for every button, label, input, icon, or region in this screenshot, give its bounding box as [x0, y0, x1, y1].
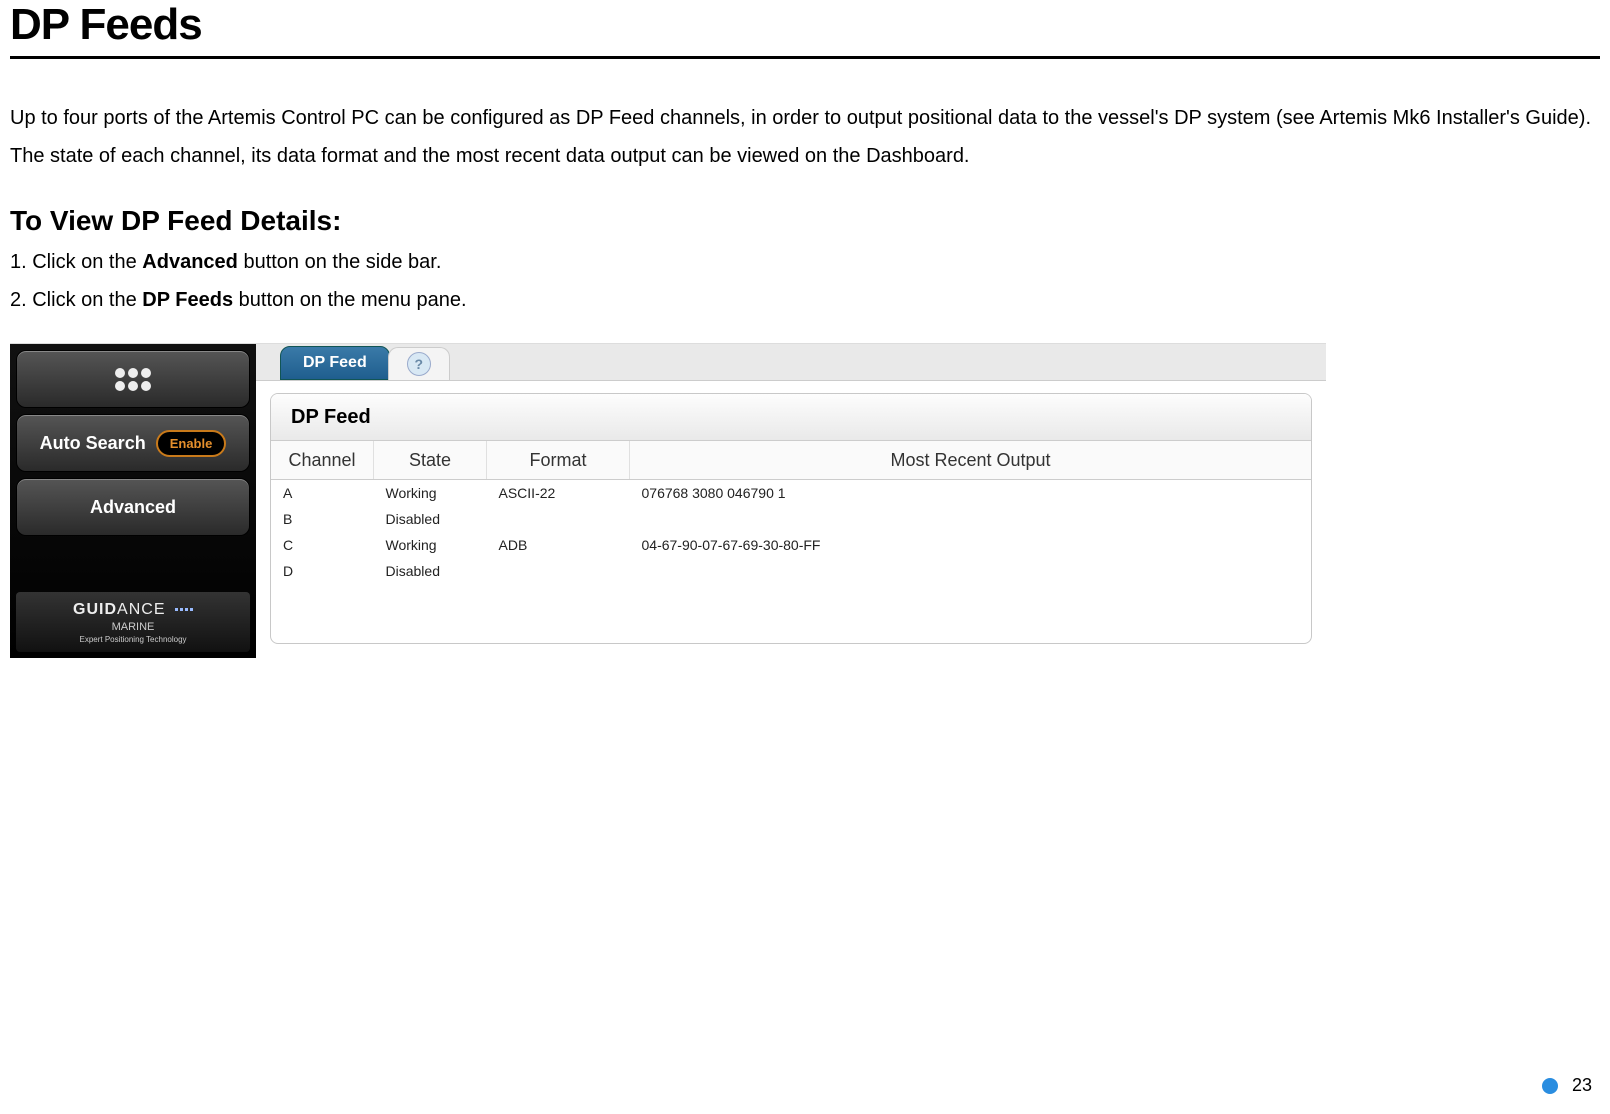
tab-bar: DP Feed ?: [256, 344, 1326, 381]
step-2-bold: DP Feeds: [142, 289, 233, 311]
step-2: 2. Click on the DP Feeds button on the m…: [10, 281, 1600, 319]
brand-b: ANCE: [117, 601, 165, 618]
page-number: 23: [1572, 1075, 1592, 1096]
page-title: DP Feeds: [10, 0, 1600, 50]
cell-state: Working: [374, 532, 487, 558]
intro-paragraph-1: Up to four ports of the Artemis Control …: [10, 99, 1600, 137]
cell-channel: D: [271, 558, 374, 584]
title-rule: [10, 56, 1600, 59]
cell-format: [487, 506, 630, 532]
cell-output: [630, 558, 1312, 584]
cell-format: ASCII-22: [487, 480, 630, 507]
subheading: To View DP Feed Details:: [10, 205, 1600, 237]
step-1: 1. Click on the Advanced button on the s…: [10, 243, 1600, 281]
help-icon: ?: [407, 352, 431, 376]
cell-format: [487, 558, 630, 584]
auto-search-label: Auto Search: [40, 433, 146, 454]
step-2-post: button on the menu pane.: [233, 289, 467, 311]
table-row: A Working ASCII-22 076768 3080 046790 1: [271, 480, 1311, 507]
dp-feed-card: DP Feed Channel State Format Most Recent…: [270, 393, 1312, 644]
brand-sub: MARINE: [112, 621, 155, 633]
card-title: DP Feed: [271, 394, 1311, 441]
dp-feed-table: Channel State Format Most Recent Output …: [271, 441, 1311, 584]
cell-state: Disabled: [374, 506, 487, 532]
panel: DP Feed ? DP Feed Channel State Format M…: [256, 344, 1326, 658]
step-1-pre: 1. Click on the: [10, 251, 142, 273]
col-channel: Channel: [271, 441, 374, 480]
table-row: B Disabled: [271, 506, 1311, 532]
step-2-pre: 2. Click on the: [10, 289, 142, 311]
col-output: Most Recent Output: [630, 441, 1312, 480]
brand-logo: GUIDANCE MARINE Expert Positioning Techn…: [16, 592, 250, 652]
intro-paragraph-2: The state of each channel, its data form…: [10, 137, 1600, 175]
col-state: State: [374, 441, 487, 480]
screenshot: Auto Search Enable Advanced GUIDANCE MAR…: [10, 343, 1326, 658]
sidebar-toggle-button[interactable]: [16, 350, 250, 408]
enable-badge[interactable]: Enable: [156, 430, 227, 457]
tab-help[interactable]: ?: [388, 347, 450, 380]
brand-a: GUID: [73, 601, 117, 618]
cell-format: ADB: [487, 532, 630, 558]
cell-channel: A: [271, 480, 374, 507]
tab-dp-feed[interactable]: DP Feed: [280, 346, 390, 380]
cell-output: 076768 3080 046790 1: [630, 480, 1312, 507]
auto-search-button[interactable]: Auto Search Enable: [16, 414, 250, 472]
sidebar: Auto Search Enable Advanced GUIDANCE MAR…: [10, 344, 256, 658]
step-1-post: button on the side bar.: [238, 251, 442, 273]
dots-icon: [115, 368, 151, 391]
brand-dots-icon: [175, 608, 193, 611]
table-row: D Disabled: [271, 558, 1311, 584]
step-1-bold: Advanced: [142, 251, 238, 273]
brand-tag: Expert Positioning Technology: [79, 635, 186, 644]
col-format: Format: [487, 441, 630, 480]
cell-channel: C: [271, 532, 374, 558]
cell-channel: B: [271, 506, 374, 532]
cell-state: Disabled: [374, 558, 487, 584]
footer: 23: [1542, 1075, 1592, 1096]
cell-state: Working: [374, 480, 487, 507]
advanced-button[interactable]: Advanced: [16, 478, 250, 536]
page-bullet-icon: [1542, 1078, 1558, 1094]
cell-output: [630, 506, 1312, 532]
brand-name: GUIDANCE: [73, 601, 193, 619]
cell-output: 04-67-90-07-67-69-30-80-FF: [630, 532, 1312, 558]
table-row: C Working ADB 04-67-90-07-67-69-30-80-FF: [271, 532, 1311, 558]
